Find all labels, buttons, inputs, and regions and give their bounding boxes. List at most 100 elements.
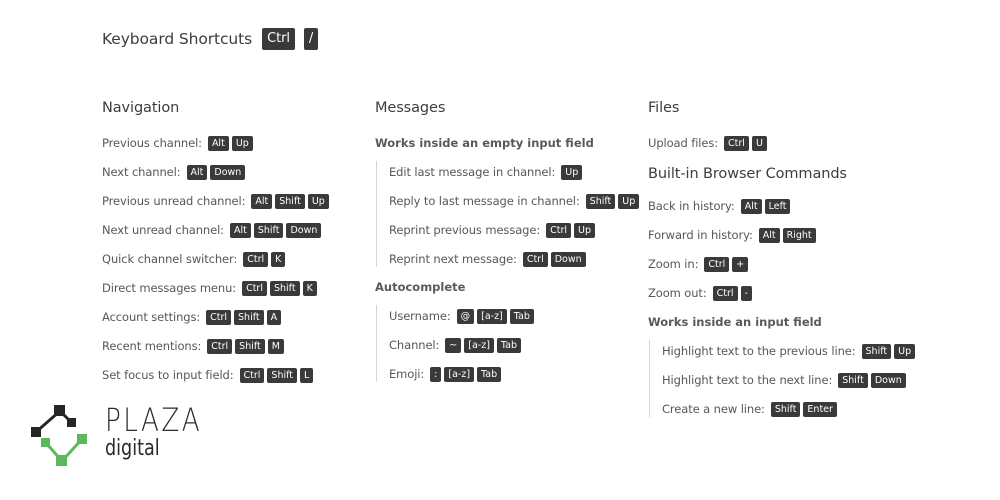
shortcut-label: Highlight text to the next line: [662,373,833,387]
key-badge: L [300,367,314,383]
navigation-list: Previous channel: Alt Up Next channel: Alt Do… [102,135,332,383]
shortcut-label: Username: [389,309,451,323]
key-badge: Alt [186,164,208,180]
key-badge: Ctrl [206,309,232,325]
key-badge: [a-z] [464,337,494,353]
shortcut-label: Emoji: [389,367,425,381]
shortcut-label: Recent mentions: [102,339,202,353]
shortcut-row: Quick channel switcher: Ctrl K [102,251,332,267]
shortcut-label: Reprint previous message: [389,223,541,237]
shortcut-row: Previous channel: Alt Up [102,135,332,151]
key-badge: K [271,251,286,267]
key-badge: Ctrl [546,222,572,238]
key-badge: @ [456,308,475,324]
logo-text: PLAZA digital [105,403,224,461]
key-ctrl: Ctrl [262,28,295,50]
files-section: Files Upload files: Ctrl U Built-in Browse… [648,98,918,419]
shortcut-label: Direct messages menu: [102,281,237,295]
key-badge: A [266,309,282,325]
key-badge: Shift [235,338,265,354]
key-badge: Alt [251,193,273,209]
shortcut-label: Back in history: [648,199,735,213]
key-badge: Up [231,135,253,151]
shortcut-row: Set focus to input field: Ctrl Shift L [102,367,332,383]
logo-tagline: digital [105,436,160,461]
key-badge: Ctrl [239,367,265,383]
messages-section: Messages Works inside an empty input fie… [375,98,642,394]
key-badge: Ctrl [243,251,269,267]
key-badge: Ctrl [522,251,548,267]
key-badge: Tab [496,337,522,353]
shortcut-row: Direct messages menu: Ctrl Shift K [102,280,332,296]
shortcut-label: Highlight text to the previous line: [662,344,856,358]
shortcut-label: Set focus to input field: [102,368,234,382]
files-title: Files [648,100,680,116]
key-badge: Shift [585,193,616,209]
shortcut-row: Zoom out: Ctrl - [648,285,918,301]
key-badge: - [740,285,752,301]
shortcut-row: Recent mentions: Ctrl Shift M [102,338,332,354]
key-badge: Alt [229,222,251,238]
empty-input-list: Edit last message in channel: Up Reply to … [376,161,642,267]
key-badge: Tab [477,366,502,382]
key-badge: Ctrl [712,285,738,301]
shortcut-label: Quick channel switcher: [102,252,238,266]
navigation-section: Navigation Previous channel: Alt Up Next ch… [102,98,332,396]
shortcut-label: Zoom in: [648,257,699,271]
key-badge: Alt [207,135,229,151]
autocomplete-subtitle: Autocomplete [375,280,466,294]
key-badge: Shift [269,280,300,296]
key-badge: Ctrl [242,280,267,296]
shortcut-row: Edit last message in channel: Up [389,164,642,180]
key-badge: Shift [275,193,305,209]
key-badge: Shift [234,309,264,325]
navigation-title: Navigation [102,100,180,116]
shortcut-label: Account settings: [102,310,201,324]
key-badge: Up [561,164,583,180]
shortcut-row: Account settings: Ctrl Shift A [102,309,332,325]
key-badge: Ctrl [704,256,730,272]
files-list: Upload files: Ctrl U [648,135,918,151]
shortcut-row: Channel: ~ [a-z] Tab [389,337,642,353]
key-badge: Enter [803,401,837,417]
key-badge: Down [286,222,322,238]
key-badge: Shift [861,343,892,359]
key-badge: Left [764,198,791,214]
shortcut-label: Next unread channel: [102,223,224,237]
key-badge: Shift [770,401,801,417]
logo-mark-icon [31,405,87,466]
shortcut-row: Forward in history: Alt Right [648,227,918,243]
shortcut-row: Back in history: Alt Left [648,198,918,214]
input-field-subtitle: Works inside an input field [648,315,822,329]
key-badge: Up [894,343,916,359]
key-badge: Right [782,227,816,243]
key-slash: / [303,28,319,50]
key-badge: Up [307,193,329,209]
shortcut-row: Next unread channel: Alt Shift Down [102,222,332,238]
shortcut-row: Highlight text to the previous line: Shif… [662,343,918,359]
key-badge: : [430,366,442,382]
shortcut-row: Reprint next message: Ctrl Down [389,251,642,267]
page-title-text: Keyboard Shortcuts [102,30,253,48]
shortcut-row: Username: @ [a-z] Tab [389,308,642,324]
key-badge: Shift [267,367,298,383]
plaza-digital-logo: PLAZA digital [30,403,210,475]
shortcut-row: Zoom in: Ctrl + [648,256,918,272]
shortcut-label: Upload files: [648,136,719,150]
shortcut-row: Reply to last message in channel: Shift Up [389,193,642,209]
shortcut-label: Forward in history: [648,228,753,242]
shortcut-row: Highlight text to the next line: Shift Dow… [662,372,918,388]
page-title: Keyboard Shortcuts Ctrl / [102,28,321,50]
key-badge: Alt [758,227,780,243]
key-badge: Ctrl [724,135,749,151]
autocomplete-list: Username: @ [a-z] Tab Channel: ~ [a-z] Tab Emoji… [376,305,642,382]
messages-title: Messages [375,100,446,116]
browser-commands-list: Back in history: Alt Left Forward in histor… [648,198,918,301]
key-badge: ~ [445,337,462,353]
shortcut-label: Previous unread channel: [102,194,246,208]
shortcut-row: Create a new line: Shift Enter [662,401,918,417]
key-badge: Down [210,164,246,180]
shortcut-row: Emoji:: [a-z] Tab [389,366,642,382]
shortcut-label: Reprint next message: [389,252,517,266]
key-badge: Up [618,193,640,209]
